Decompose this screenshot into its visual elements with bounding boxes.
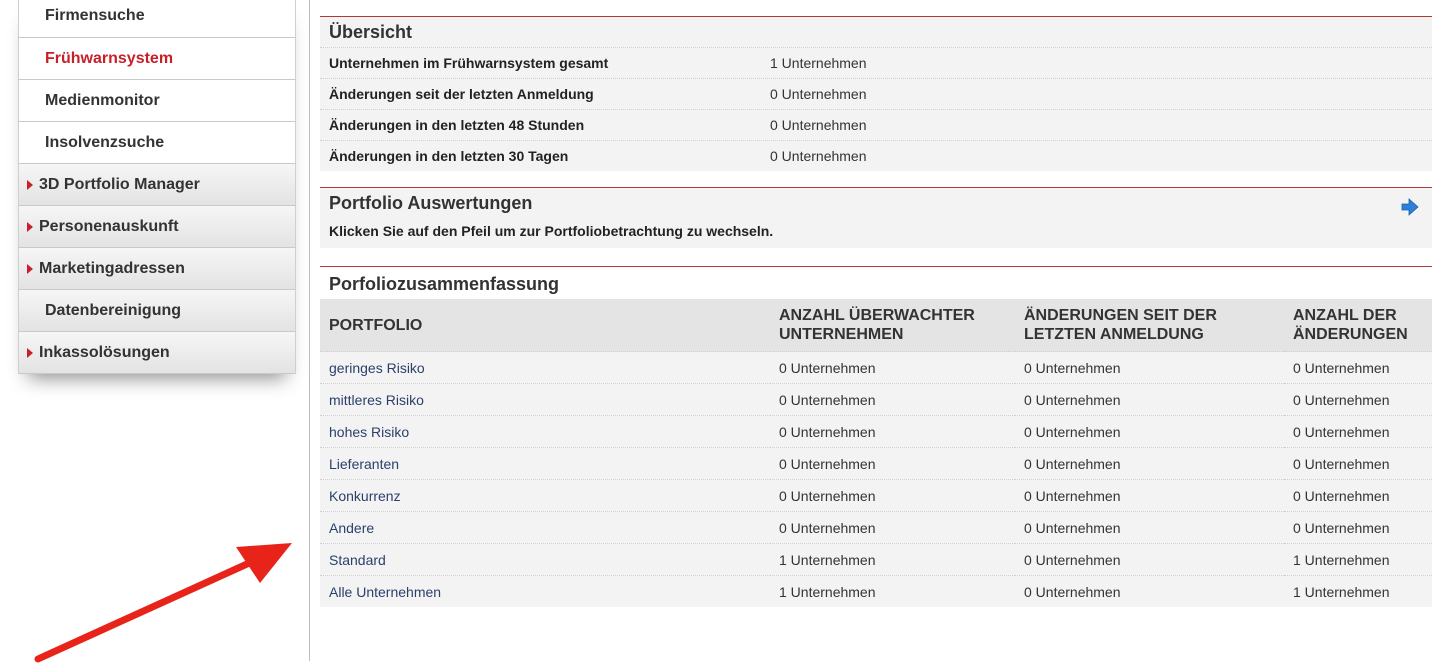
sidebar-item-label: Datenbereinigung [45,301,182,319]
overview-row-label: Änderungen in den letzten 48 Stunden [329,117,585,133]
table-row: Lieferanten 0 Unternehmen 0 Unternehmen … [320,447,1432,480]
sidebar-item-personenauskunft[interactable]: Personenauskunft [19,206,295,248]
overview-row: Unternehmen im Frühwarnsystem gesamt 1 U… [320,47,1432,78]
portfolio-link[interactable]: Lieferanten [320,447,770,480]
portfolio-eval-section: Portfolio Auswertungen Klicken Sie auf d… [320,187,1432,248]
sidebar-item-marketingadressen[interactable]: Marketingadressen [19,248,295,290]
table-row: mittleres Risiko 0 Unternehmen 0 Unterne… [320,383,1432,416]
table-row: Standard 1 Unternehmen 0 Unternehmen 1 U… [320,543,1432,576]
annotation-arrow-icon [34,543,292,663]
portfolio-link[interactable]: mittleres Risiko [320,383,770,416]
changes-since-count: 0 Unternehmen [1015,383,1284,416]
sidebar-nav: Firmensuche Frühwarnsystem Medienmonitor… [18,0,296,374]
sidebar-item-3d-portfolio-manager[interactable]: 3D Portfolio Manager [19,164,295,206]
monitored-count: 0 Unternehmen [770,351,1015,384]
changes-since-count: 0 Unternehmen [1015,479,1284,512]
table-row: hohes Risiko 0 Unternehmen 0 Unternehmen… [320,415,1432,448]
sidebar-item-firmensuche[interactable]: Firmensuche [19,0,295,38]
monitored-count: 0 Unternehmen [770,479,1015,512]
sidebar-item-fruehwarnsystem[interactable]: Frühwarnsystem [19,38,295,80]
column-header-portfolio: PORTFOLIO [320,299,770,352]
table-row: Konkurrenz 0 Unternehmen 0 Unternehmen 0… [320,479,1432,512]
changes-count: 0 Unternehmen [1284,479,1432,512]
overview-row-label: Änderungen in den letzten 30 Tagen [329,148,569,164]
sidebar-item-label: Inkassolösungen [39,343,170,361]
changes-count: 1 Unternehmen [1284,543,1432,576]
expand-arrow-icon [27,347,33,358]
overview-row-label: Unternehmen im Frühwarnsystem gesamt [329,55,609,71]
changes-count: 0 Unternehmen [1284,383,1432,416]
changes-since-count: 0 Unternehmen [1015,575,1284,607]
monitored-count: 0 Unternehmen [770,383,1015,416]
portfolio-summary-table: PORTFOLIO ANZAHL ÜBERWACHTER UNTERNEHMEN… [320,299,1432,607]
sidebar-item-medienmonitor[interactable]: Medienmonitor [19,80,295,122]
overview-row: Änderungen in den letzten 30 Tagen 0 Unt… [320,140,1432,171]
overview-row: Änderungen in den letzten 48 Stunden 0 U… [320,109,1432,140]
overview-row-label: Änderungen seit der letzten Anmeldung [329,86,594,102]
changes-count: 0 Unternehmen [1284,415,1432,448]
monitored-count: 1 Unternehmen [770,543,1015,576]
column-header-changes-since: ÄNDERUNGEN SEIT DER LETZTEN ANMELDUNG [1015,299,1284,352]
expand-arrow-icon [27,179,33,190]
changes-count: 0 Unternehmen [1284,447,1432,480]
overview-row-value: 0 Unternehmen [770,117,867,133]
sidebar-item-label: 3D Portfolio Manager [39,175,200,193]
overview-title: Übersicht [329,22,413,42]
portfolio-link[interactable]: hohes Risiko [320,415,770,448]
monitored-count: 0 Unternehmen [770,447,1015,480]
table-row: Alle Unternehmen 1 Unternehmen 0 Unterne… [320,575,1432,607]
portfolio-link[interactable]: Andere [320,511,770,544]
sidebar-item-inkassoloesungen[interactable]: Inkassolösungen [19,332,295,374]
sidebar-item-label: Insolvenzsuche [45,133,165,151]
arrow-right-icon[interactable] [1396,198,1422,216]
changes-since-count: 0 Unternehmen [1015,511,1284,544]
monitored-count: 0 Unternehmen [770,511,1015,544]
overview-row-value: 0 Unternehmen [770,86,867,102]
portfolio-link[interactable]: Konkurrenz [320,479,770,512]
changes-since-count: 0 Unternehmen [1015,351,1284,384]
changes-since-count: 0 Unternehmen [1015,415,1284,448]
portfolio-eval-title: Portfolio Auswertungen [329,193,533,213]
monitored-count: 0 Unternehmen [770,415,1015,448]
summary-title: Porfoliozusammenfassung [329,274,560,294]
changes-count: 0 Unternehmen [1284,351,1432,384]
overview-row-value: 1 Unternehmen [770,55,867,71]
sidebar-item-datenbereinigung[interactable]: Datenbereinigung [19,290,295,332]
column-header-changes-count: ANZAHL DER ÄNDERUNGEN [1284,299,1432,352]
sidebar-item-label: Marketingadressen [39,259,185,277]
changes-count: 1 Unternehmen [1284,575,1432,607]
summary-section: Porfoliozusammenfassung PORTFOLIO ANZAHL… [320,266,1432,607]
changes-since-count: 0 Unternehmen [1015,543,1284,576]
vertical-divider [309,0,310,661]
table-row: geringes Risiko 0 Unternehmen 0 Unterneh… [320,351,1432,384]
portfolio-eval-description: Klicken Sie auf den Pfeil um zur Portfol… [329,223,774,239]
sidebar-item-label: Medienmonitor [45,91,160,109]
expand-arrow-icon [27,221,33,232]
portfolio-link[interactable]: Standard [320,543,770,576]
expand-arrow-icon [27,263,33,274]
changes-count: 0 Unternehmen [1284,511,1432,544]
monitored-count: 1 Unternehmen [770,575,1015,607]
overview-row-value: 0 Unternehmen [770,148,867,164]
table-row: Andere 0 Unternehmen 0 Unternehmen 0 Unt… [320,511,1432,544]
changes-since-count: 0 Unternehmen [1015,447,1284,480]
sidebar-item-insolvenzsuche[interactable]: Insolvenzsuche [19,122,295,164]
column-header-monitored: ANZAHL ÜBERWACHTER UNTERNEHMEN [770,299,1015,352]
sidebar-item-label: Firmensuche [45,7,145,24]
sidebar-item-label: Personenauskunft [39,217,179,235]
portfolio-link[interactable]: geringes Risiko [320,351,770,384]
table-header-row: PORTFOLIO ANZAHL ÜBERWACHTER UNTERNEHMEN… [320,299,1432,352]
overview-section: Übersicht Unternehmen im Frühwarnsystem … [320,16,1432,171]
sidebar-item-label: Frühwarnsystem [45,49,174,67]
portfolio-link[interactable]: Alle Unternehmen [320,575,770,607]
overview-row: Änderungen seit der letzten Anmeldung 0 … [320,78,1432,109]
